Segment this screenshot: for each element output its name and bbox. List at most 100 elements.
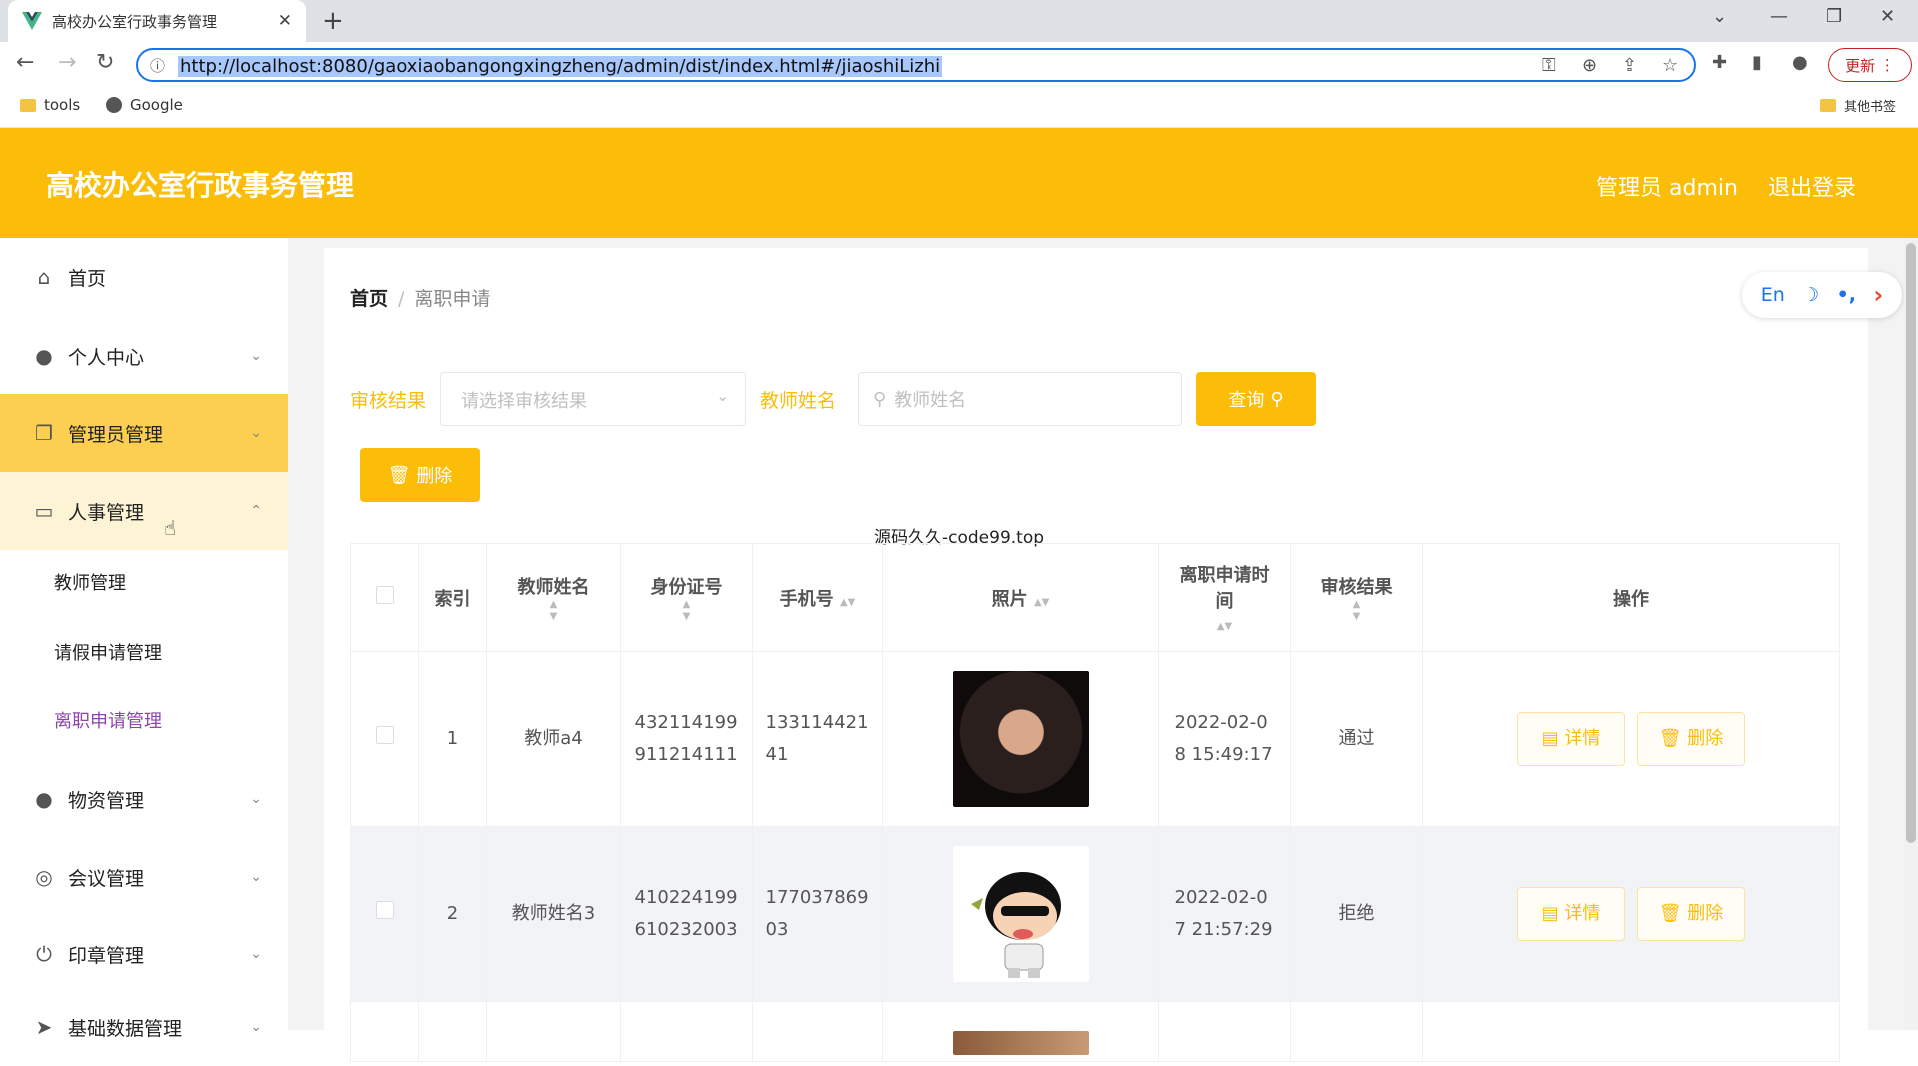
col-actions: 操作: [1422, 543, 1840, 652]
cell-index: 2: [418, 826, 487, 1002]
breadcrumb-current: 离职申请: [414, 288, 491, 310]
bookmark-tools[interactable]: tools: [20, 96, 80, 114]
col-photo[interactable]: 照片 ▲▼: [882, 543, 1159, 652]
chevron-down-icon: ⌄: [716, 387, 729, 405]
bookmark-google[interactable]: Google: [106, 96, 183, 114]
delete-button[interactable]: 🗑 删除: [1637, 712, 1745, 766]
logout-link[interactable]: 退出登录: [1768, 170, 1856, 202]
profile-icon[interactable]: ●: [1792, 52, 1808, 73]
url-text[interactable]: http://localhost:8080/gaoxiaobangongxing…: [178, 56, 943, 77]
page-scrollbar[interactable]: [1904, 238, 1918, 1030]
back-icon[interactable]: ←: [16, 50, 34, 75]
teacher-photo[interactable]: [952, 1031, 1089, 1055]
cell-idcard: 432114199911214111: [634, 712, 738, 765]
mouse-cursor-icon: ☝: [164, 516, 177, 540]
teacher-photo[interactable]: [952, 671, 1089, 807]
sidebar-item-home[interactable]: ⌂ 首页: [0, 238, 288, 316]
user-icon: ●: [35, 344, 53, 368]
result-select-placeholder: 请选择审核结果: [461, 391, 587, 412]
row-checkbox[interactable]: [375, 901, 394, 919]
key-icon[interactable]: ⚿: [1542, 55, 1556, 76]
breadcrumb-home[interactable]: 首页: [350, 288, 388, 310]
sidebar-item-hr[interactable]: ▭ 人事管理 ⌃: [0, 472, 288, 550]
sidebar-subitem-leave[interactable]: 请假申请管理: [0, 618, 288, 686]
language-switcher[interactable]: En ☽ •, ›: [1742, 272, 1902, 318]
row-checkbox[interactable]: [375, 726, 394, 744]
teacher-photo[interactable]: [952, 846, 1089, 982]
moon-icon[interactable]: ☽: [1802, 284, 1819, 306]
extensions-icon[interactable]: ✚: [1712, 52, 1727, 73]
zoom-icon[interactable]: ⊕: [1582, 55, 1597, 76]
content-panel: 首页 / 离职申请 审核结果 请选择审核结果 ⌄ 教师姓名 ⚲ 教师姓名 查询 ⚲ 🗑…: [324, 248, 1868, 1062]
name-filter-label: 教师姓名: [760, 390, 837, 412]
address-bar[interactable]: ⓘ http://localhost:8080/gaoxiaobangongxi…: [136, 48, 1696, 82]
sort-icon[interactable]: ▲▼: [493, 599, 614, 623]
sort-icon[interactable]: ▲▼: [1217, 621, 1232, 632]
minimize-icon[interactable]: —: [1770, 6, 1788, 27]
sidebar-item-label: 人事管理: [68, 501, 145, 524]
cell-index: 1: [418, 651, 487, 827]
sidebar-item-seal[interactable]: ⏻ 印章管理 ⌄: [0, 915, 288, 993]
app-header: 高校办公室行政事务管理 管理员 admin 退出登录: [0, 128, 1918, 238]
forward-icon[interactable]: →: [58, 50, 76, 75]
window-close-icon[interactable]: ✕: [1880, 6, 1895, 27]
lang-en[interactable]: En: [1761, 284, 1785, 306]
col-result[interactable]: 审核结果 ▲ ▼: [1290, 543, 1423, 652]
sidebar-item-supplies[interactable]: ● 物资管理 ⌄: [0, 760, 288, 838]
name-search-input[interactable]: ⚲ 教师姓名: [858, 372, 1182, 426]
tab-search-icon[interactable]: ⌄: [1712, 6, 1727, 27]
sidebar-item-admin[interactable]: ❐ 管理员管理 ⌄: [0, 394, 288, 472]
sort-icon[interactable]: ▲▼: [627, 599, 746, 623]
other-bookmarks[interactable]: 其他书签: [1820, 96, 1896, 115]
new-tab-icon[interactable]: +: [322, 6, 344, 36]
sort-icon[interactable]: ▲▼: [1297, 599, 1416, 623]
more-icon[interactable]: •,: [1837, 284, 1856, 306]
user-icon: ●: [35, 787, 53, 811]
chat-icon: ▭: [34, 499, 54, 523]
reload-icon[interactable]: ↻: [96, 50, 114, 75]
result-select[interactable]: 请选择审核结果 ⌄: [440, 372, 746, 426]
col-name[interactable]: 教师姓名 ▲ ▼: [486, 543, 621, 652]
cell-name: 教师姓名3: [486, 826, 621, 1002]
bookmark-star-icon[interactable]: ☆: [1662, 55, 1678, 76]
compass-icon: ◎: [35, 865, 53, 889]
cell-result: 通过: [1290, 651, 1423, 827]
sidebar-subitem-resignation[interactable]: 离职申请管理: [0, 686, 288, 754]
maximize-icon[interactable]: ❐: [1826, 6, 1842, 27]
sidebar-item-meeting[interactable]: ◎ 会议管理 ⌄: [0, 838, 288, 916]
sort-icon[interactable]: ▲▼: [840, 597, 855, 608]
trash-icon: 🗑: [1658, 728, 1682, 749]
share-icon[interactable]: ⇪: [1622, 55, 1637, 76]
batch-delete-button[interactable]: 🗑 删除: [360, 448, 480, 502]
sidebar-item-basedata[interactable]: ➤ 基础数据管理 ⌄: [0, 988, 288, 1066]
chevron-right-icon[interactable]: ›: [1873, 281, 1883, 309]
query-button[interactable]: 查询 ⚲: [1196, 372, 1316, 426]
detail-label: 详情: [1564, 728, 1601, 749]
detail-button[interactable]: ▤ 详情: [1517, 887, 1625, 941]
home-icon: ⌂: [37, 265, 51, 289]
scrollbar-thumb[interactable]: [1906, 243, 1916, 843]
send-icon: ➤: [35, 1015, 53, 1039]
sort-icon[interactable]: ▲▼: [1034, 597, 1049, 608]
select-all-checkbox[interactable]: [375, 586, 394, 604]
cell-phone: 17703786903: [765, 887, 869, 940]
name-search-placeholder: 教师姓名: [894, 390, 967, 411]
detail-button[interactable]: ▤ 详情: [1517, 712, 1625, 766]
tab-close-icon[interactable]: ✕: [278, 11, 292, 31]
sidebar: ⌂ 首页 ● 个人中心 ⌄ ❐ 管理员管理 ⌄ ▭ 人事管理 ⌃ 教师管理 请假申请管理 离职…: [0, 238, 288, 1040]
sidebar-item-profile[interactable]: ● 个人中心 ⌄: [0, 317, 288, 395]
browser-tab[interactable]: 高校办公室行政事务管理 ✕: [8, 0, 306, 42]
breadcrumb-separator: /: [398, 288, 405, 310]
sidepanel-icon[interactable]: ▮: [1752, 52, 1762, 73]
col-time[interactable]: 离职申请时间 ▲▼: [1158, 543, 1291, 652]
sidebar-subitem-teacher[interactable]: 教师管理: [0, 548, 288, 616]
col-phone[interactable]: 手机号 ▲▼: [752, 543, 883, 652]
sidebar-item-label: 会议管理: [68, 867, 145, 890]
delete-button[interactable]: 🗑 删除: [1637, 887, 1745, 941]
site-info-icon[interactable]: ⓘ: [150, 55, 165, 76]
update-button[interactable]: 更新 ⋮: [1828, 48, 1912, 82]
current-user: 管理员 admin: [1596, 176, 1738, 201]
cell-name: 教师a4: [486, 651, 621, 827]
col-idcard[interactable]: 身份证号 ▲ ▼: [620, 543, 753, 652]
cell-phone: 13311442141: [765, 712, 869, 765]
